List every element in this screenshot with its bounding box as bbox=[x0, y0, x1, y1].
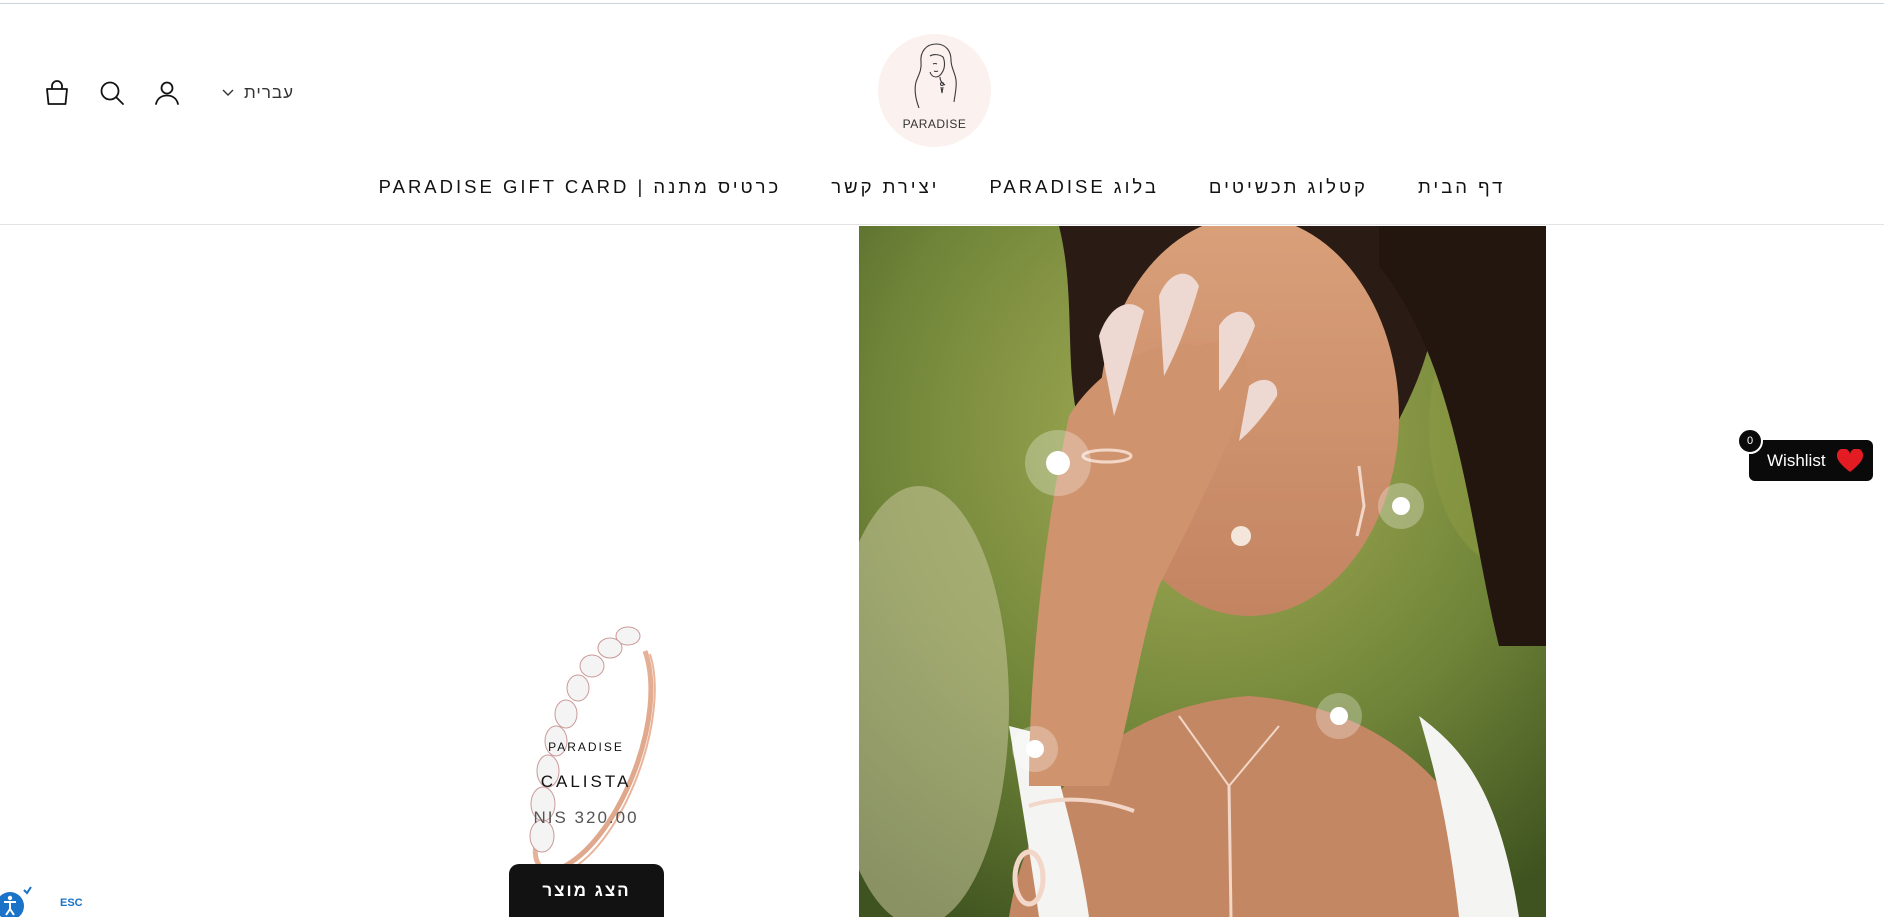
account-icon[interactable] bbox=[150, 76, 184, 110]
model-photo bbox=[859, 226, 1546, 917]
main-nav: דף הבית קטלוג תכשיטים בלוג PARADISE יציר… bbox=[0, 176, 1884, 198]
search-icon[interactable] bbox=[95, 76, 129, 110]
hotspot-bracelet[interactable] bbox=[1012, 726, 1058, 772]
heart-icon bbox=[1836, 448, 1863, 472]
wishlist-button[interactable]: 0 Wishlist bbox=[1737, 428, 1873, 481]
view-product-button[interactable]: הצג מוצר bbox=[509, 864, 664, 917]
language-label: עברית bbox=[244, 83, 294, 102]
product-card: PARADISE CALISTA NIS 320.00 bbox=[400, 226, 772, 917]
logo-text: PARADISE bbox=[902, 117, 967, 131]
language-selector[interactable]: עברית bbox=[222, 83, 294, 103]
accessibility-icon[interactable] bbox=[0, 882, 32, 917]
nav-item-contact[interactable]: יצירת קשר bbox=[831, 176, 939, 198]
site-header: עברית PARADISE דף הבית קטלוג תכשיטים בלו… bbox=[0, 4, 1884, 225]
chevron-down-icon bbox=[222, 89, 234, 96]
lifestyle-image bbox=[859, 226, 1546, 917]
hotspot-necklace[interactable] bbox=[1316, 693, 1362, 739]
hotspot-earring[interactable] bbox=[1378, 483, 1424, 529]
logo-face-icon bbox=[914, 43, 957, 109]
esc-label[interactable]: ESC bbox=[60, 897, 83, 909]
hotspot-ring[interactable] bbox=[1025, 430, 1091, 496]
wishlist-count-badge: 0 bbox=[1737, 428, 1763, 454]
site-logo[interactable]: PARADISE bbox=[878, 34, 991, 147]
wishlist-label: Wishlist bbox=[1767, 450, 1826, 470]
nav-item-home[interactable]: דף הבית bbox=[1418, 176, 1505, 198]
cart-icon[interactable] bbox=[40, 76, 74, 110]
nav-item-gift-card[interactable]: כרטיס מתנה | PARADISE GIFT CARD bbox=[379, 176, 782, 198]
nav-item-catalog[interactable]: קטלוג תכשיטים bbox=[1209, 176, 1368, 198]
nav-item-blog[interactable]: בלוג PARADISE bbox=[989, 176, 1158, 198]
header-actions: עברית bbox=[40, 76, 294, 110]
